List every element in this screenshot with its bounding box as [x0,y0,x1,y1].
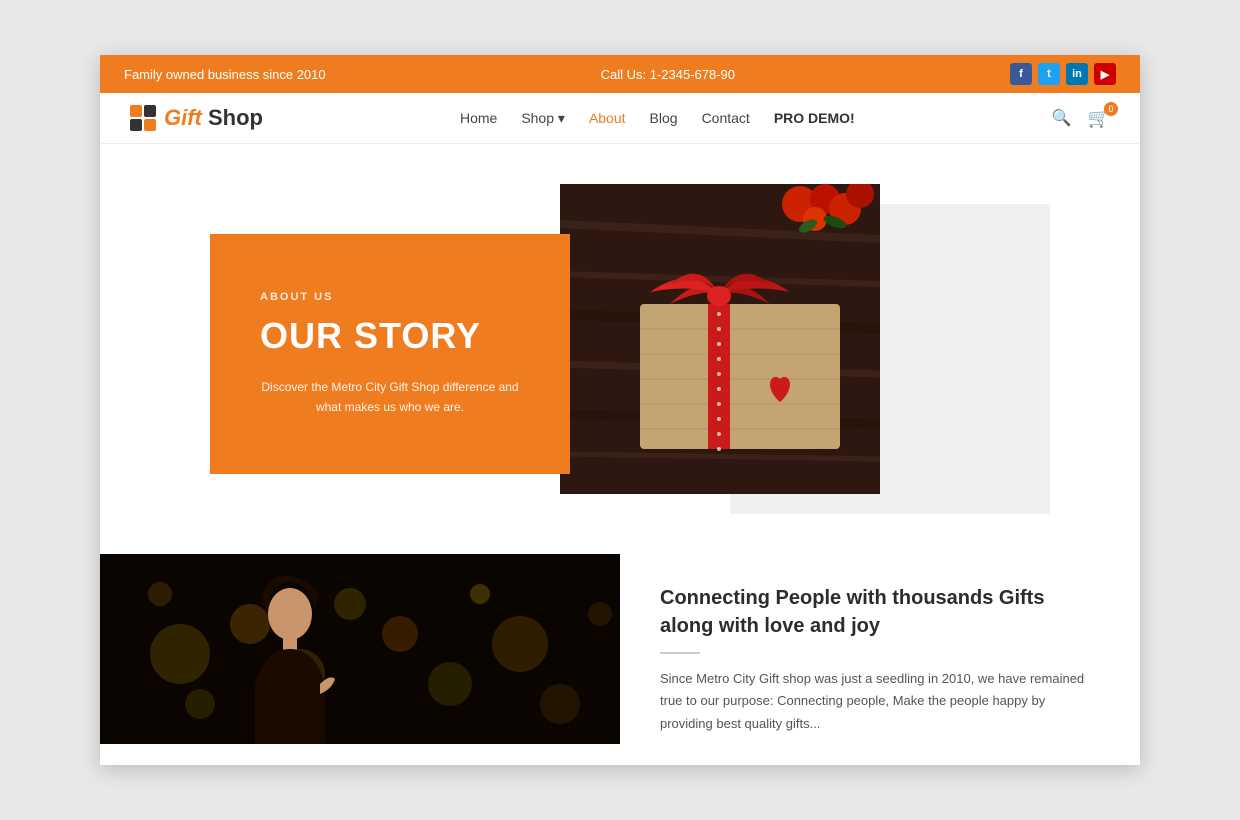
hero-title: OUR STORY [260,315,520,357]
header: Gift Shop Home Shop ▾ About Blog Contact… [100,93,1140,144]
logo-box-orange-br [144,119,156,131]
about-content: Connecting People with thousands Gifts a… [620,554,1140,764]
logo-box-orange-tl [130,105,142,117]
about-text: Since Metro City Gift shop was just a se… [660,668,1100,734]
hero-image [560,184,880,494]
header-actions: 🔍 🛒 0 [1052,108,1110,129]
nav-pro-demo[interactable]: PRO DEMO! [774,110,855,126]
hero-section: ABOUT US OUR STORY Discover the Metro Ci… [100,144,1140,554]
logo-shop: Shop [202,105,263,130]
top-bar: Family owned business since 2010 Call Us… [100,55,1140,93]
logo-text: Gift Shop [164,105,263,131]
about-photo [100,554,620,744]
call-text: Call Us: 1-2345-678-90 [601,67,735,82]
main-nav: Home Shop ▾ About Blog Contact PRO DEMO! [460,110,855,127]
hero-image-wrapper [560,184,1030,494]
nav-shop[interactable]: Shop ▾ [521,110,565,127]
about-section: Connecting People with thousands Gifts a… [100,554,1140,764]
gift-svg [560,184,880,494]
about-divider [660,652,700,654]
youtube-icon[interactable]: ▶ [1094,63,1116,85]
nav-contact[interactable]: Contact [702,110,750,126]
search-button[interactable]: 🔍 [1052,108,1072,128]
facebook-icon[interactable]: f [1010,63,1032,85]
about-photo-svg [100,554,620,744]
hero-inner: ABOUT US OUR STORY Discover the Metro Ci… [210,184,1030,494]
hero-orange-box: ABOUT US OUR STORY Discover the Metro Ci… [210,234,570,474]
browser-window: Family owned business since 2010 Call Us… [100,55,1140,764]
hero-description: Discover the Metro City Gift Shop differ… [260,377,520,418]
cart-badge: 0 [1104,102,1118,116]
hero-about-us-label: ABOUT US [260,291,520,303]
logo-icon [130,105,156,131]
social-icons: f t in ▶ [1010,63,1116,85]
nav-blog[interactable]: Blog [650,110,678,126]
about-heading: Connecting People with thousands Gifts a… [660,584,1100,640]
logo-box-dark-bl [130,119,142,131]
logo[interactable]: Gift Shop [130,105,263,131]
linkedin-icon[interactable]: in [1066,63,1088,85]
family-text: Family owned business since 2010 [124,67,326,82]
nav-home[interactable]: Home [460,110,497,126]
twitter-icon[interactable]: t [1038,63,1060,85]
cart-button[interactable]: 🛒 0 [1088,108,1110,129]
logo-gift: Gift [164,105,202,130]
logo-box-dark-tr [144,105,156,117]
nav-about[interactable]: About [589,110,626,126]
